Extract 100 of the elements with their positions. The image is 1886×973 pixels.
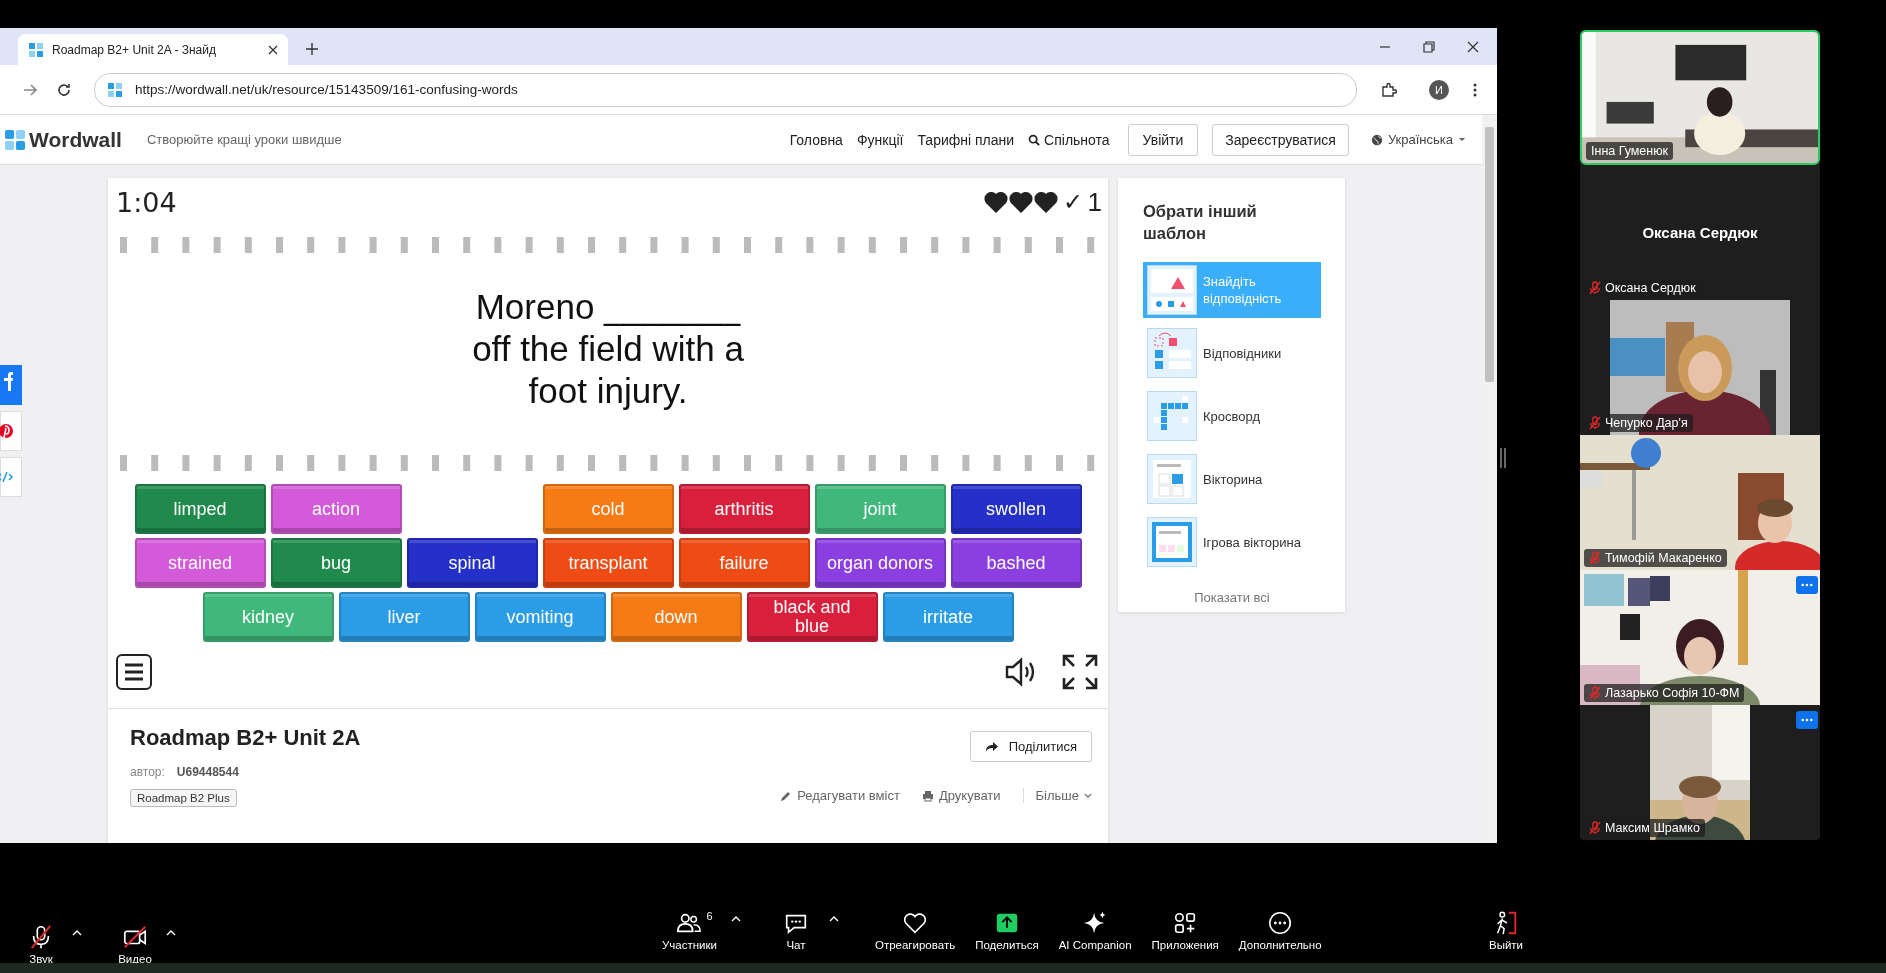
more-button[interactable]: Дополнительно <box>1232 909 1328 951</box>
caret-icon[interactable] <box>828 915 839 922</box>
tab-title: Roadmap B2+ Unit 2A - Знайд <box>52 42 217 57</box>
word-tile[interactable]: spinal <box>406 538 538 588</box>
template-thumbnail-icon <box>1147 265 1197 315</box>
template-item[interactable]: Відповідники <box>1143 325 1321 381</box>
pencil-icon <box>780 789 793 802</box>
scrollbar-thumb[interactable] <box>1485 127 1494 382</box>
site-icon <box>28 41 44 58</box>
muted-mic-icon <box>1589 416 1601 430</box>
fullscreen-icon[interactable] <box>1062 654 1098 690</box>
participant-tile[interactable]: Чепурко Дар'я <box>1580 300 1820 435</box>
word-tile[interactable]: limped <box>134 484 266 534</box>
options-button[interactable] <box>1796 711 1818 729</box>
pinterest-icon[interactable] <box>0 411 22 451</box>
print-link[interactable]: Друкувати <box>921 788 1001 803</box>
nav-link[interactable]: Спільнота <box>1028 131 1110 148</box>
nav-link[interactable]: Головна <box>789 131 843 148</box>
address-bar[interactable]: https://wordwall.net/uk/resource/15143509/161-confusing-words <box>94 72 1357 107</box>
browser-tab[interactable]: Roadmap B2+ Unit 2A - Знайд <box>18 34 288 65</box>
panel-title: Обрати інший шаблон <box>1143 201 1258 244</box>
caret-icon <box>1084 793 1092 798</box>
logo-icon <box>5 129 25 150</box>
header-button[interactable]: Зареєструватися <box>1212 123 1349 156</box>
timer: 1:04 <box>116 186 177 218</box>
more-icon <box>1801 718 1813 722</box>
react-button[interactable]: Отреагировать <box>868 909 962 951</box>
caret-icon[interactable] <box>730 915 741 922</box>
muted-mic-icon <box>1589 821 1601 835</box>
reload-icon[interactable] <box>56 81 72 98</box>
muted-mic-icon <box>1589 281 1601 295</box>
word-tile[interactable]: failure <box>678 538 810 588</box>
participant-tile[interactable]: Тимофій Макаренко <box>1580 435 1820 570</box>
puzzle-icon[interactable] <box>1381 81 1397 98</box>
site-icon <box>107 81 123 98</box>
apps-button[interactable]: Приложения <box>1145 909 1225 951</box>
word-tile[interactable]: transplant <box>542 538 674 588</box>
globe-icon <box>1370 133 1383 146</box>
leave-button[interactable]: Выйти <box>1481 909 1531 951</box>
header-button[interactable]: Увійти <box>1127 123 1199 156</box>
author-label: автор: <box>130 765 165 779</box>
url-text: https://wordwall.net/uk/resource/15143509/161-confusing-words <box>135 82 518 97</box>
language-selector[interactable]: Українська <box>1370 132 1466 147</box>
template-thumbnail-icon <box>1147 391 1197 441</box>
show-all-link[interactable]: Показати всі <box>1194 590 1270 605</box>
close-icon[interactable] <box>1467 41 1479 53</box>
name-label: Інна Гуменюк <box>1586 142 1674 160</box>
search-icon <box>1028 133 1041 146</box>
forward-icon[interactable] <box>22 81 38 98</box>
word-tile[interactable]: bashed <box>950 538 1082 588</box>
camera-button[interactable]: Видео <box>110 923 160 965</box>
mic-button[interactable]: Звук <box>16 923 66 965</box>
template-item[interactable]: Кросворд <box>1143 388 1321 444</box>
template-thumbnail-icon <box>1147 454 1197 504</box>
word-tile[interactable]: organ donors <box>814 538 946 588</box>
participant-tile[interactable]: Інна Гуменюк <box>1580 30 1820 165</box>
word-tile[interactable]: black and blue <box>746 592 878 642</box>
chat-button[interactable]: Чат <box>770 909 821 951</box>
participants-button[interactable]: 6 Участники <box>656 909 723 951</box>
facebook-icon[interactable] <box>0 365 22 405</box>
nav-link[interactable]: Тарифні плани <box>917 131 1015 148</box>
share-button[interactable]: Поділитися <box>969 731 1092 762</box>
word-tile[interactable]: bug <box>270 538 402 588</box>
template-thumbnail-icon <box>1147 517 1197 567</box>
new-tab-icon[interactable] <box>306 43 318 55</box>
caret-icon[interactable] <box>72 929 82 936</box>
check-mark: ✓ <box>1062 188 1083 216</box>
more-icon <box>1267 909 1294 936</box>
mic-icon <box>28 923 54 950</box>
logo-text[interactable]: Wordwall <box>29 127 122 152</box>
caret-icon[interactable] <box>166 929 176 936</box>
activity-title: Roadmap B2+ Unit 2A <box>130 725 361 751</box>
menu-icon[interactable] <box>116 654 152 690</box>
question-text: Moreno _______ off the field with a foot injury. <box>471 286 745 412</box>
edit-link[interactable]: Редагувати вміст <box>780 788 900 803</box>
tag[interactable]: Roadmap B2 Plus <box>130 789 237 807</box>
close-icon[interactable] <box>268 44 278 55</box>
caret-icon <box>1458 137 1466 142</box>
share-arrow-icon <box>984 740 999 753</box>
more-dropdown[interactable]: Більше <box>1022 788 1092 803</box>
nav-link[interactable]: Функції <box>856 131 904 148</box>
template-item[interactable]: Ігрова вікторина <box>1143 514 1321 570</box>
muted-mic-icon <box>1589 551 1601 565</box>
author-name[interactable]: U69448544 <box>176 765 239 779</box>
share-button[interactable]: Поделиться <box>969 909 1045 951</box>
name-label: Тимофій Макаренко <box>1584 549 1727 567</box>
splitter-handle[interactable] <box>1500 448 1506 468</box>
profile-avatar[interactable]: И <box>1429 79 1449 100</box>
score: 1 <box>1087 186 1102 218</box>
participant-tile[interactable]: Оксана Сердюк Оксана Сердюк <box>1580 165 1820 300</box>
word-tile[interactable]: swollen <box>950 484 1082 534</box>
printer-icon <box>921 789 934 802</box>
participant-tile[interactable]: Максим Шрамко <box>1580 705 1820 840</box>
word-tile[interactable]: arthritis <box>678 484 810 534</box>
template-item[interactable]: Вікторина <box>1143 451 1321 507</box>
participant-name: Оксана Сердюк <box>1642 224 1758 241</box>
restore-icon[interactable] <box>1423 41 1435 53</box>
tagline: Створюйте кращі уроки швидше <box>146 132 342 147</box>
ai-button[interactable]: AI Companion <box>1052 909 1138 951</box>
template-thumbnail-icon <box>1147 328 1197 378</box>
